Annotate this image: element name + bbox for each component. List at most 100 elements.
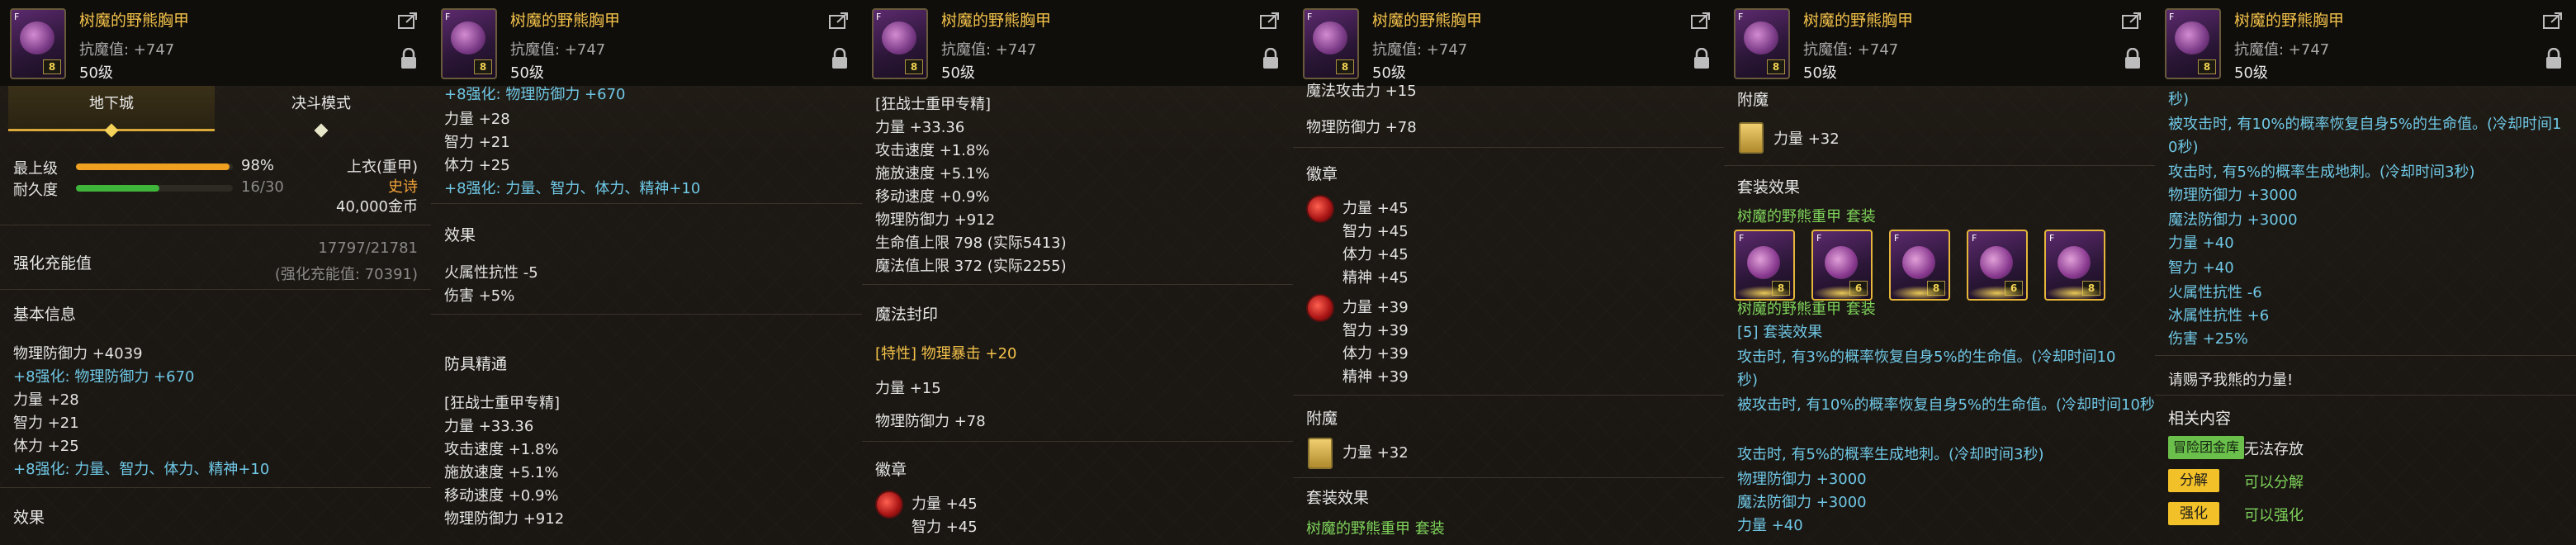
stat-line: 物理防御力 +912 [875, 211, 996, 229]
tooltip-panel-5: F8 树魔的野熊胸甲 抗魔值: +747 50级 附魔 力量 +32 套装效果 … [1724, 0, 2157, 545]
tooltip-panel-3: F8 树魔的野熊胸甲 抗魔值: +747 50级 [狂战士重甲专精] 力量 +3… [862, 0, 1295, 545]
stat-line: 施放速度 +5.1% [875, 165, 990, 182]
stat-line: 智力 +21 [13, 415, 79, 432]
item-resist: 抗魔值: +747 [1803, 41, 1899, 59]
effect-title: 效果 [13, 509, 45, 527]
set-item-icon[interactable]: F6 [1967, 230, 2028, 301]
emblem-line: 智力 +45 [912, 519, 978, 536]
set-effect-title: 套装效果 [1737, 178, 1801, 197]
emblem-line: 精神 +45 [1342, 269, 1409, 287]
durability-bar [76, 185, 233, 192]
item-icon: F8 [10, 8, 66, 79]
item-resist: 抗魔值: +747 [941, 41, 1037, 59]
set-line: 力量 +40 [2168, 235, 2234, 252]
share-icon[interactable] [398, 12, 418, 30]
price: 40,000金币 [336, 198, 418, 216]
set-name: 树魔的野熊重甲 套装 [1737, 301, 1876, 318]
lock-icon[interactable] [400, 48, 418, 69]
emblem-line: 力量 +45 [1342, 200, 1409, 217]
item-resist: 抗魔值: +747 [510, 41, 606, 59]
share-icon[interactable] [2122, 12, 2142, 30]
enchant-title: 附魔 [1737, 91, 1769, 109]
stat-line: 力量 +33.36 [875, 119, 965, 136]
tab-dungeon[interactable]: 地下城 [8, 86, 215, 138]
lock-icon[interactable] [1262, 48, 1280, 69]
set-line: 火属性抗性 -6 [2168, 284, 2262, 301]
stat-line: 物理防御力 +912 [444, 510, 565, 528]
set-name: 树魔的野熊重甲 套装 [1306, 520, 1445, 538]
enchant-line: 力量 +32 [1342, 444, 1409, 462]
enhance-title: 强化充能值 [13, 254, 92, 272]
red-emblem-icon [1306, 195, 1334, 223]
enchant-title: 附魔 [1306, 410, 1338, 428]
item-title: 树魔的野熊胸甲 [510, 12, 621, 30]
stat-line: 物理防御力 +4039 [13, 345, 143, 363]
related-title: 相关内容 [2168, 410, 2232, 428]
stat-line: +8强化: 物理防御力 +670 [13, 368, 195, 386]
lock-icon[interactable] [2545, 48, 2563, 69]
share-icon[interactable] [829, 12, 849, 30]
slot-type: 上衣(重甲) [346, 159, 418, 176]
enhance-sub: (强化充能值: 70391) [274, 266, 418, 283]
magic-seal-title: 魔法封印 [875, 306, 939, 324]
stat-line: 施放速度 +5.1% [444, 464, 559, 481]
set-item-icon[interactable]: F6 [1811, 230, 1873, 301]
share-icon[interactable] [1691, 12, 1711, 30]
item-icon: F8 [1734, 8, 1790, 79]
item-resist: 抗魔值: +747 [79, 41, 175, 59]
emblem-line: 智力 +45 [1342, 223, 1409, 240]
set-effect-title: 套装效果 [1306, 489, 1370, 507]
guild-vault-note: 无法存放 [2244, 441, 2304, 458]
item-title: 树魔的野熊胸甲 [941, 12, 1052, 30]
item-icon: F8 [1303, 8, 1359, 79]
emblem-title: 徽章 [875, 461, 907, 479]
item-title: 树魔的野熊胸甲 [1372, 12, 1483, 30]
enhance-button[interactable]: 强化 [2168, 502, 2219, 525]
lock-icon[interactable] [1693, 48, 1711, 69]
item-header: F8 树魔的野熊胸甲 抗魔值: +747 50级 [1293, 0, 1724, 86]
set-line: 物理防御力 +3000 [1737, 471, 1867, 488]
stat-line: 智力 +21 [444, 134, 510, 151]
set-line: 攻击时, 有3%的概率恢复自身5%的生命值。(冷却时间10 [1737, 348, 2116, 366]
emblem-line: 智力 +39 [1342, 322, 1409, 339]
magic-line: [特性] 物理暴击 +20 [875, 345, 1017, 363]
stat-line: 体力 +25 [444, 157, 510, 174]
emblem-line: 体力 +39 [1342, 345, 1409, 363]
set-line: 冰属性抗性 +6 [2168, 307, 2270, 325]
stat-line: +8强化: 力量、智力、体力、精神+10 [444, 180, 701, 197]
set-line: 被攻击时, 有10%的概率恢复自身5%的生命值。(冷却时间10秒) [1737, 396, 2157, 414]
upgrade-label: 最上级 [13, 160, 58, 178]
set-item-icon[interactable]: F8 [1889, 230, 1950, 301]
tooltip-strip: F8 树魔的野熊胸甲 抗魔值: +747 50级 地下城 决斗模式 最上级 98… [0, 0, 2576, 545]
item-header: F8 树魔的野熊胸甲 抗魔值: +747 50级 [2155, 0, 2576, 86]
item-header: F8 树魔的野熊胸甲 抗魔值: +747 50级 [0, 0, 431, 86]
stat-line: +8强化: 力量、智力、体力、精神+10 [13, 461, 270, 478]
stat-line: 移动速度 +0.9% [444, 487, 559, 505]
disassemble-button[interactable]: 分解 [2168, 469, 2219, 492]
set-item-icon[interactable]: F8 [2044, 230, 2105, 301]
item-title: 树魔的野熊胸甲 [2234, 12, 2345, 30]
flavor-quote: 请赐予我熊的力量! [2168, 372, 2294, 389]
set-line: 伤害 +25% [2168, 330, 2248, 348]
stat-line: 物理防御力 +78 [1306, 119, 1417, 136]
stat-line: 生命值上限 798 (实际5413) [875, 235, 1067, 252]
emblem-line: 力量 +45 [912, 495, 978, 513]
item-icon: F8 [2165, 8, 2221, 79]
set-count: [5] 套装效果 [1737, 324, 1823, 341]
enchant-line: 力量 +32 [1773, 130, 1840, 148]
share-icon[interactable] [1260, 12, 1280, 30]
set-line: 攻击时, 有5%的概率生成地刺。(冷却时间3秒) [2168, 164, 2475, 181]
tooltip-panel-1: F8 树魔的野熊胸甲 抗魔值: +747 50级 地下城 决斗模式 最上级 98… [0, 0, 433, 545]
tab-pvp[interactable]: 决斗模式 [218, 86, 424, 138]
stat-line: 体力 +25 [13, 438, 79, 455]
lock-icon[interactable] [831, 48, 849, 69]
enchant-card-icon [1739, 122, 1764, 154]
share-icon[interactable] [2543, 12, 2563, 30]
item-title: 树魔的野熊胸甲 [79, 12, 190, 30]
set-item-icon[interactable]: F8 [1734, 230, 1795, 301]
lock-icon[interactable] [2124, 48, 2142, 69]
set-line: 魔法防御力 +3000 [2168, 211, 2298, 229]
upgrade-percent: 98% [241, 157, 275, 174]
magic-line: 物理防御力 +78 [875, 413, 986, 430]
stat-line: [狂战士重甲专精] [444, 395, 561, 412]
